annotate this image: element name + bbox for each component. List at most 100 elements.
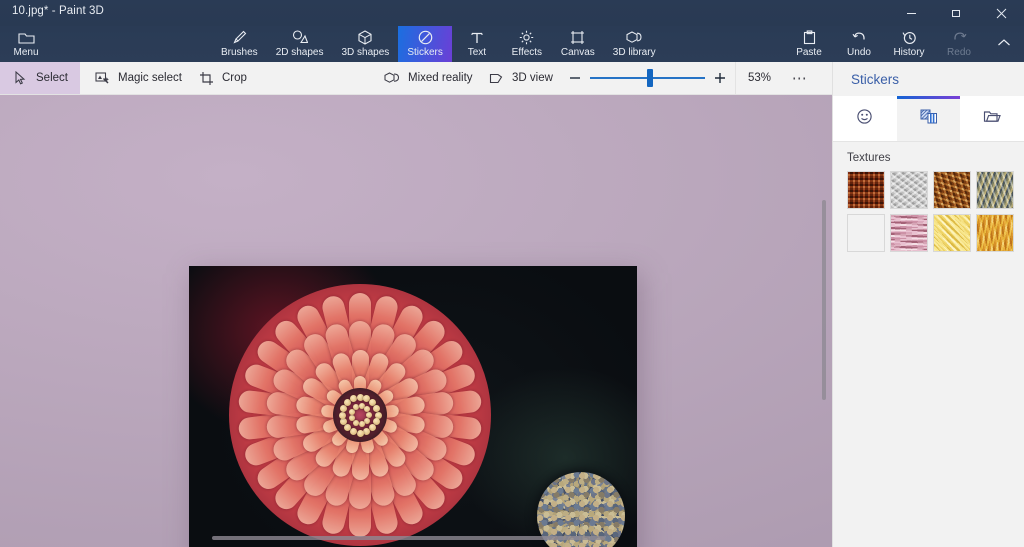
tool-effects[interactable]: Effects — [502, 26, 552, 62]
zoom-controls: 53% ⋯ — [560, 62, 817, 94]
close-button[interactable] — [979, 0, 1024, 26]
flower-floret — [349, 428, 357, 436]
emoji-sticker-icon — [856, 108, 873, 130]
panel-tab-textures[interactable] — [896, 96, 961, 141]
canvas-workspace[interactable]: Activate Windows Go to Settings to activ… — [0, 95, 832, 547]
paste-label: Paste — [796, 47, 822, 58]
title-bar: 10.jpg* - Paint 3D — [0, 0, 1024, 26]
window-controls — [889, 0, 1024, 26]
more-options-button[interactable]: ⋯ — [783, 62, 817, 94]
flower-center — [333, 388, 387, 442]
undo-button[interactable]: Undo — [834, 26, 884, 62]
history-button[interactable]: History — [884, 26, 934, 62]
texture-swatch-wood[interactable] — [976, 214, 1014, 252]
ribbon-left-group: Menu — [0, 26, 52, 62]
panel-tab-stickers[interactable] — [833, 96, 897, 141]
flower-floret — [348, 415, 355, 422]
magic-select-button[interactable]: Magic select — [82, 62, 194, 94]
vertical-scrollbar[interactable] — [822, 200, 826, 400]
tool-stickers[interactable]: Stickers — [398, 26, 452, 62]
flower-floret — [338, 411, 346, 419]
mixed-reality-button[interactable]: Mixed reality — [372, 62, 485, 94]
stickers-panel: Stickers Textures — [832, 62, 1024, 547]
textures-section-title: Textures — [847, 152, 891, 164]
tool-stickers-label: Stickers — [407, 47, 443, 58]
flower-floret — [349, 394, 357, 402]
flower-artwork — [229, 284, 491, 546]
texture-swatch-bark[interactable] — [847, 171, 885, 209]
effects-icon — [519, 30, 534, 45]
texture-swatch-leaves[interactable] — [847, 214, 885, 252]
text-icon — [470, 30, 484, 45]
flower-floret — [363, 417, 370, 424]
flower-floret — [356, 429, 364, 437]
panel-title: Stickers — [833, 62, 1024, 96]
ribbon-tools-group: Brushes 2D shapes 3D shapes Stickers Tex… — [212, 26, 665, 62]
undo-label: Undo — [847, 47, 871, 58]
sub-toolbar: Select Magic select Crop Mixed reality 3… — [0, 62, 832, 95]
tool-brushes[interactable]: Brushes — [212, 26, 267, 62]
zoom-slider[interactable] — [590, 62, 705, 94]
flower-floret — [363, 428, 371, 436]
3d-view-button[interactable]: 3D view — [476, 62, 565, 94]
texture-swatch-pink-marble[interactable] — [890, 214, 928, 252]
history-label: History — [893, 47, 925, 58]
magic-select-icon — [94, 71, 110, 85]
tool-2d-shapes-label: 2D shapes — [275, 47, 324, 58]
collapse-ribbon-button[interactable] — [984, 26, 1024, 62]
3d-library-icon — [626, 30, 642, 45]
horizontal-scrollbar[interactable] — [212, 536, 605, 540]
flower-floret — [352, 404, 359, 411]
flower-floret — [343, 424, 351, 432]
tool-3d-library[interactable]: 3D library — [604, 26, 665, 62]
history-icon — [902, 30, 917, 45]
zoom-slider-thumb[interactable] — [647, 69, 653, 87]
flower-floret — [348, 408, 355, 415]
flower-floret — [358, 420, 365, 427]
magic-select-label: Magic select — [118, 72, 182, 84]
tool-2d-shapes[interactable]: 2D shapes — [267, 26, 333, 62]
texture-swatch-pebbles[interactable] — [976, 171, 1014, 209]
ribbon-toolbar: Menu Brushes 2D shapes 3D shapes Sticker… — [0, 26, 1024, 62]
3d-shapes-icon — [358, 30, 372, 45]
zoom-out-button[interactable] — [560, 62, 590, 94]
2d-shapes-icon — [292, 30, 308, 45]
select-tool-button[interactable]: Select — [0, 62, 80, 94]
tool-effects-label: Effects — [511, 47, 543, 58]
paste-button[interactable]: Paste — [784, 26, 834, 62]
canvas-image[interactable] — [189, 266, 637, 547]
tool-3d-shapes[interactable]: 3D shapes — [333, 26, 399, 62]
paste-icon — [803, 30, 816, 45]
texture-swatch-sand[interactable] — [933, 214, 971, 252]
paint3d-window: 10.jpg* - Paint 3D Menu Brushes 2D shape… — [0, 0, 1024, 547]
tool-text-label: Text — [467, 47, 487, 58]
tool-3d-library-label: 3D library — [612, 47, 656, 58]
texture-swatch-concrete[interactable] — [890, 171, 928, 209]
menu-button[interactable]: Menu — [0, 26, 52, 62]
3d-view-label: 3D view — [512, 72, 553, 84]
folder-icon — [17, 30, 35, 45]
panel-tab-custom-stickers[interactable] — [960, 96, 1024, 141]
3d-view-icon — [488, 72, 504, 85]
tool-text[interactable]: Text — [452, 26, 502, 62]
textures-icon — [920, 108, 938, 130]
minimize-button[interactable] — [889, 0, 934, 26]
tool-canvas[interactable]: Canvas — [552, 26, 604, 62]
canvas-icon — [570, 30, 585, 45]
tool-3d-shapes-label: 3D shapes — [341, 47, 390, 58]
zoom-percent-label[interactable]: 53% — [735, 62, 783, 94]
brush-icon — [232, 30, 247, 45]
zoom-in-button[interactable] — [705, 62, 735, 94]
maximize-button[interactable] — [934, 0, 979, 26]
panel-content: Textures — [833, 142, 1024, 252]
redo-button[interactable]: Redo — [934, 26, 984, 62]
mixed-reality-icon — [384, 71, 400, 85]
textures-grid — [847, 171, 1014, 252]
ribbon-actions-group: Paste Undo History Redo — [784, 26, 1024, 62]
texture-swatch-wood-grain[interactable] — [933, 171, 971, 209]
tool-brushes-label: Brushes — [221, 47, 258, 58]
crop-button[interactable]: Crop — [186, 62, 259, 94]
tool-canvas-label: Canvas — [560, 47, 595, 58]
redo-label: Redo — [947, 47, 971, 58]
open-folder-icon — [983, 109, 1001, 129]
